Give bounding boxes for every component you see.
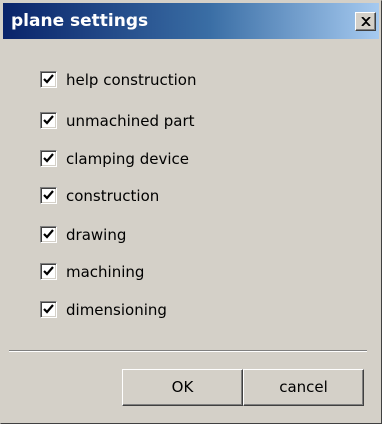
option-label: dimensioning: [66, 301, 167, 319]
option-label: clamping device: [66, 150, 189, 168]
option-label: drawing: [66, 226, 127, 244]
checkbox-dimensioning[interactable]: [40, 301, 57, 318]
checkmark-icon: [43, 190, 54, 200]
option-label: help construction: [66, 71, 197, 89]
separator: [9, 350, 367, 352]
title-bar[interactable]: plane settings: [3, 3, 379, 39]
checkbox-clamping-device[interactable]: [40, 150, 57, 167]
cancel-button[interactable]: cancel: [243, 369, 364, 406]
checkmark-icon: [43, 153, 54, 163]
close-icon: [361, 17, 371, 26]
checkmark-icon: [43, 74, 54, 84]
window-title: plane settings: [11, 11, 149, 31]
checkbox-unmachined-part[interactable]: [40, 112, 57, 129]
checkbox-help-construction[interactable]: [40, 71, 57, 88]
checkbox-machining[interactable]: [40, 263, 57, 280]
checkmark-icon: [43, 266, 54, 276]
plane-settings-dialog: plane settings help construction unmachi…: [0, 0, 382, 424]
checkbox-drawing[interactable]: [40, 226, 57, 243]
checkbox-construction[interactable]: [40, 187, 57, 204]
checkmark-icon: [43, 304, 54, 314]
checkmark-icon: [43, 115, 54, 125]
checkmark-icon: [43, 229, 54, 239]
close-button[interactable]: [355, 12, 376, 31]
option-label: machining: [66, 263, 145, 281]
option-label: unmachined part: [66, 112, 195, 130]
option-label: construction: [66, 187, 160, 205]
ok-button[interactable]: OK: [122, 369, 243, 406]
